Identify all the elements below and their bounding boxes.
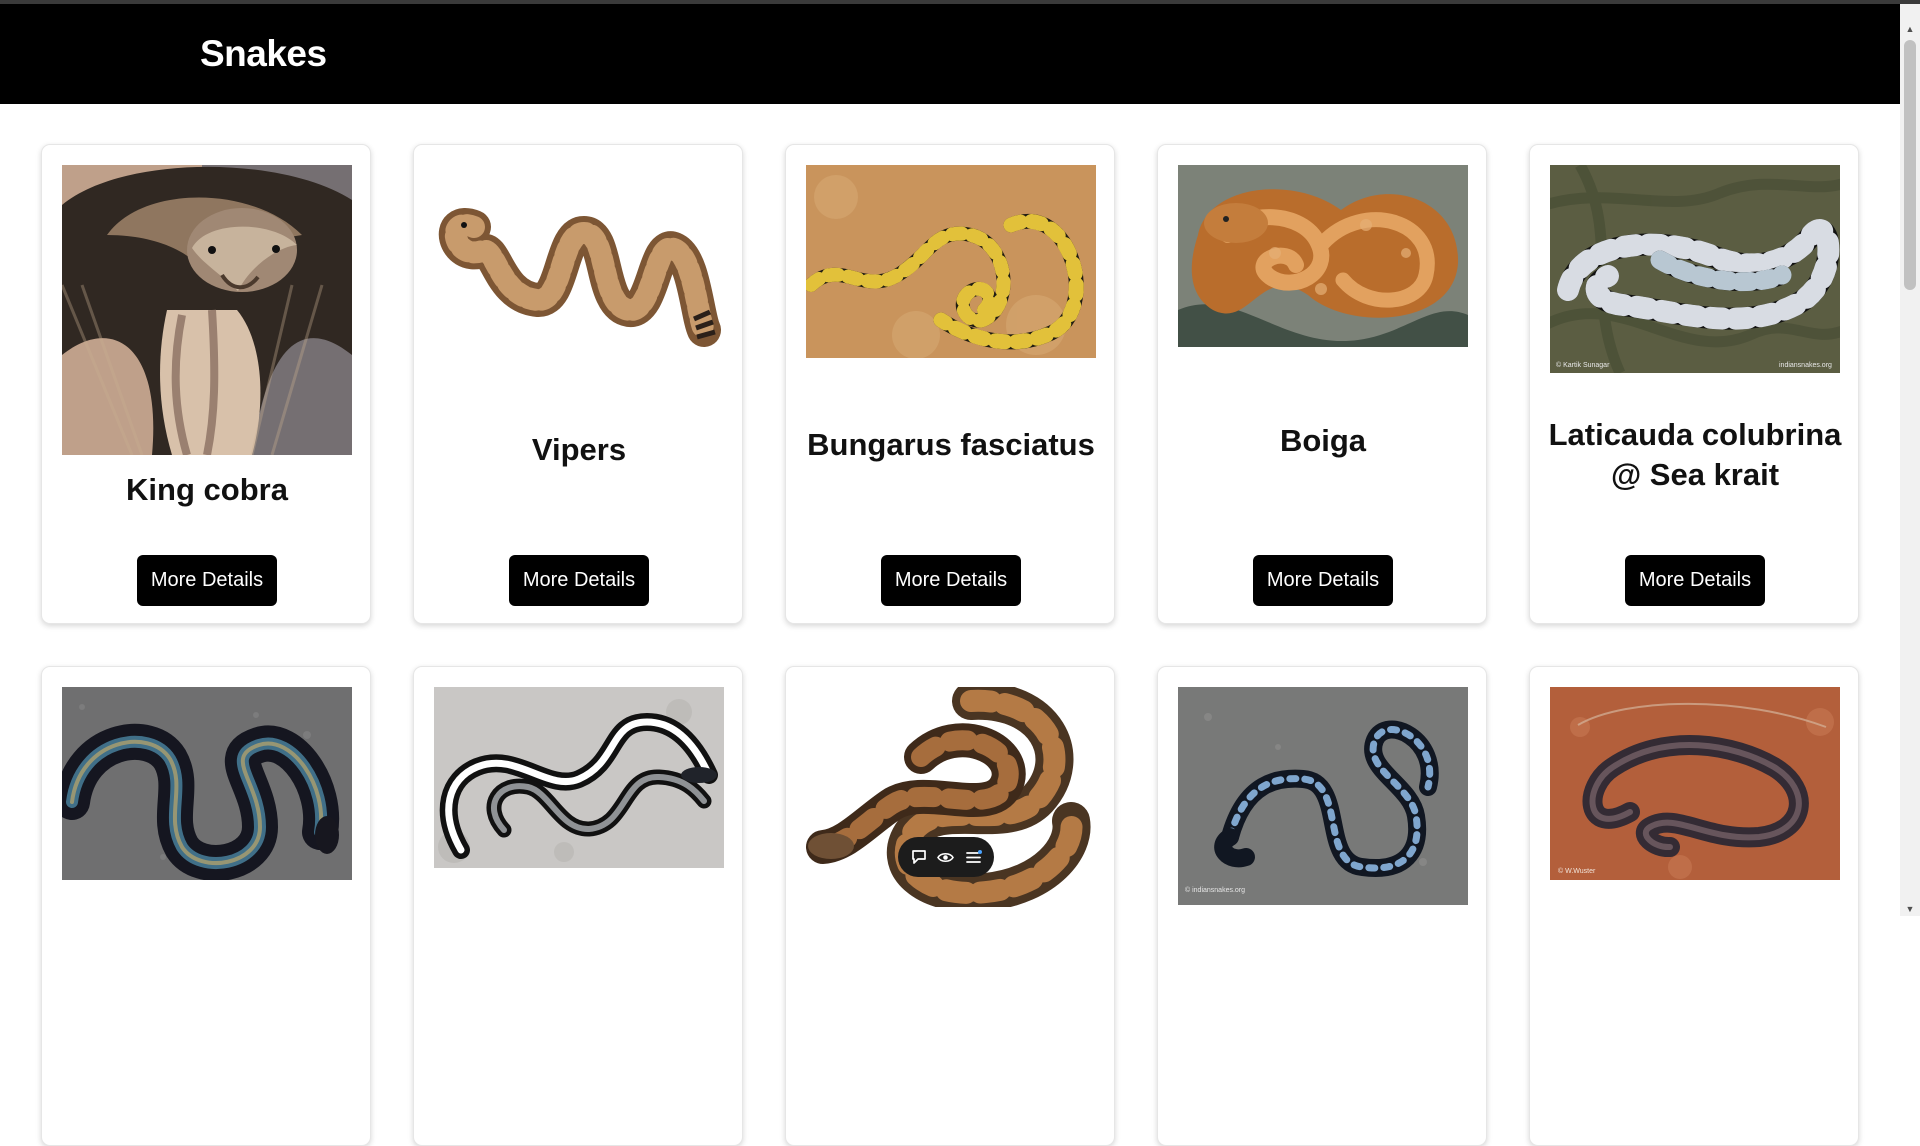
more-details-button[interactable]: More Details [509, 555, 649, 606]
banded-krait-image [806, 165, 1096, 358]
brown-snake-image-svg: © W.Wuster [1550, 687, 1840, 880]
boiga-image-svg [1178, 165, 1468, 347]
card-title: Boiga [1279, 423, 1367, 458]
scroll-down-arrow[interactable]: ▼ [1900, 902, 1920, 916]
sea-krait-image: © Kartik Sunagar indiansnakes.org [1550, 165, 1840, 373]
snake-card [785, 666, 1115, 1146]
more-details-button[interactable]: More Details [137, 555, 277, 606]
card-title: Laticauda colubrina @ Sea krait [1548, 417, 1842, 492]
more-details-button[interactable]: More Details [881, 555, 1021, 606]
page-title: Snakes [200, 33, 327, 74]
snake-card: © Kartik Sunagar indiansnakes.org Latica… [1529, 144, 1859, 624]
striped-snake-image [434, 687, 724, 868]
snake-card: Vipers More Details [413, 144, 743, 624]
banded-krait-image-svg [806, 165, 1096, 358]
striped-snake-image-svg [434, 687, 724, 868]
photo-credit-left: © Kartik Sunagar [1556, 361, 1610, 369]
photo-credit-left: © indiansnakes.org [1185, 886, 1245, 894]
scroll-up-arrow[interactable]: ▲ [1900, 22, 1920, 36]
chat-bubble-icon[interactable] [907, 845, 931, 869]
blue-krait-image: © indiansnakes.org [1178, 687, 1468, 905]
scroll-thumb[interactable] [1904, 40, 1916, 290]
photo-credit-left: © W.Wuster [1558, 867, 1596, 875]
floating-toolbar [898, 837, 994, 877]
snake-card-grid: King cobra More Details Vipers More Deta… [41, 144, 1859, 1146]
snake-card: Boiga More Details [1157, 144, 1487, 624]
more-details-button[interactable]: More Details [1253, 555, 1393, 606]
snake-card [413, 666, 743, 1146]
card-title: Vipers [531, 432, 627, 467]
viper-image-svg [438, 208, 721, 347]
king-cobra-image-svg [62, 165, 352, 455]
snake-card: © indiansnakes.org [1157, 666, 1487, 1146]
iridescent-snake-image-svg [62, 687, 352, 880]
boiga-image [1178, 165, 1468, 347]
card-title: Bungarus fasciatus [807, 427, 1095, 462]
viper-image [434, 165, 724, 357]
photo-credit-right: indiansnakes.org [1779, 362, 1832, 369]
eye-icon[interactable] [934, 845, 958, 869]
snake-card: King cobra More Details [41, 144, 371, 624]
blue-krait-image-svg: © indiansnakes.org [1178, 687, 1468, 905]
card-title: King cobra [126, 472, 288, 507]
more-details-button[interactable]: More Details [1625, 555, 1765, 606]
snake-card: © W.Wuster [1529, 666, 1859, 1146]
menu-icon[interactable] [961, 845, 985, 869]
snake-card: Bungarus fasciatus More Details [785, 144, 1115, 624]
iridescent-snake-image [62, 687, 352, 880]
vertical-scrollbar[interactable]: ▲ ▼ [1900, 4, 1920, 916]
site-header: Snakes [0, 4, 1900, 104]
snake-card [41, 666, 371, 1146]
brown-snake-image: © W.Wuster [1550, 687, 1840, 880]
king-cobra-image [62, 165, 352, 455]
sea-krait-image-svg: © Kartik Sunagar indiansnakes.org [1550, 165, 1840, 373]
